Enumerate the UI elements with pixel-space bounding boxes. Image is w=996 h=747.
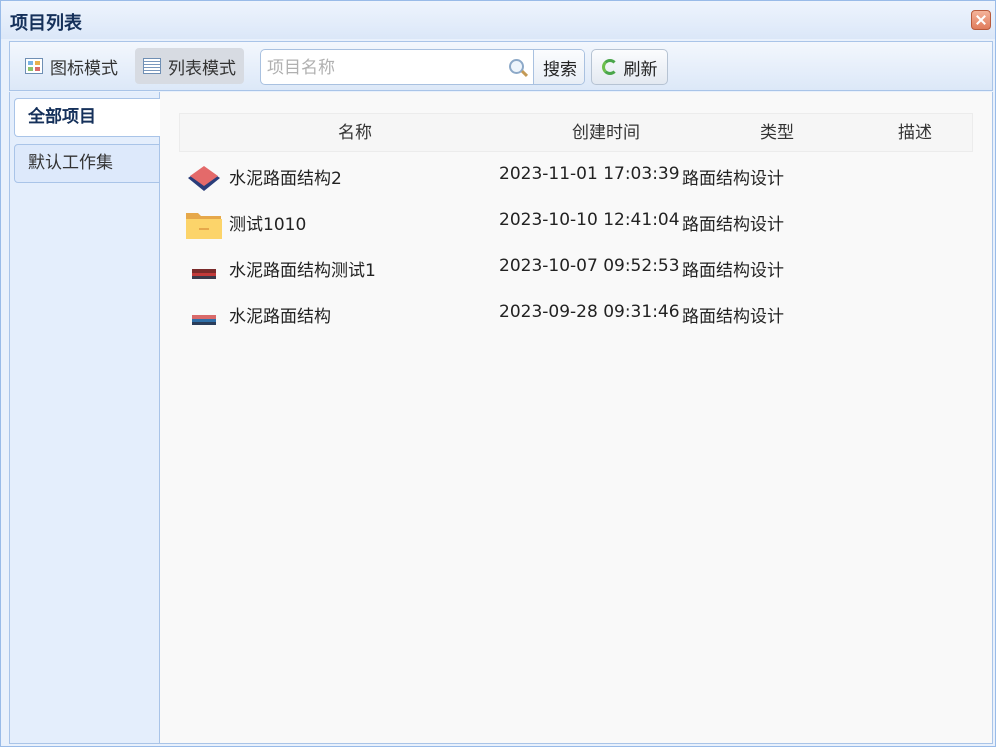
row-name: 水泥路面结构 xyxy=(229,307,331,327)
table-row[interactable]: 水泥路面结构 2023-09-28 09:31:46 路面结构设计 xyxy=(179,294,973,340)
refresh-icon xyxy=(601,59,618,75)
refresh-label: 刷新 xyxy=(623,59,658,80)
search-box: 搜索 xyxy=(260,49,585,85)
grid-icon xyxy=(25,58,43,74)
row-created: 2023-10-07 09:52:53 xyxy=(499,256,680,276)
header-desc[interactable]: 描述 xyxy=(898,114,932,152)
table-row[interactable]: 测试1010 2023-10-10 12:41:04 路面结构设计 xyxy=(179,202,973,248)
row-type: 路面结构设计 xyxy=(682,215,784,235)
table-row[interactable]: 水泥路面结构测试1 2023-10-07 09:52:53 路面结构设计 xyxy=(179,248,973,294)
window-title: 项目列表 xyxy=(10,13,82,34)
search-input[interactable] xyxy=(261,50,539,84)
row-name: 水泥路面结构2 xyxy=(229,169,342,189)
row-type: 路面结构设计 xyxy=(682,169,784,189)
search-icon[interactable] xyxy=(509,59,524,74)
row-created: 2023-09-28 09:31:46 xyxy=(499,302,680,322)
row-type: 路面结构设计 xyxy=(682,307,784,327)
search-button[interactable]: 搜索 xyxy=(533,50,584,84)
project-table: 名称 创建时间 类型 描述 水泥路面结构2 2023-11-01 17:03:3… xyxy=(160,92,993,744)
list-mode-label: 列表模式 xyxy=(168,58,236,79)
row-name: 测试1010 xyxy=(229,215,307,235)
road-layer-icon xyxy=(192,269,216,279)
title-bar: 项目列表 xyxy=(1,1,995,39)
project-list-window: 项目列表 图标模式 列表模式 搜索 刷新 全部项目 默认工作集 名称 创建时间 … xyxy=(0,0,996,747)
row-created: 2023-11-01 17:03:39 xyxy=(499,164,680,184)
refresh-button[interactable]: 刷新 xyxy=(591,49,668,85)
icon-mode-label: 图标模式 xyxy=(50,58,118,79)
row-created: 2023-10-10 12:41:04 xyxy=(499,210,680,230)
icon-mode-button[interactable]: 图标模式 xyxy=(17,48,126,84)
header-type[interactable]: 类型 xyxy=(760,114,794,152)
table-header: 名称 创建时间 类型 描述 xyxy=(179,113,973,152)
row-type: 路面结构设计 xyxy=(682,261,784,281)
close-icon[interactable] xyxy=(971,10,991,30)
header-name[interactable]: 名称 xyxy=(338,114,372,152)
sidebar: 全部项目 默认工作集 xyxy=(9,92,161,744)
sidebar-item-default-workset[interactable]: 默认工作集 xyxy=(14,144,160,183)
row-name: 水泥路面结构测试1 xyxy=(229,261,376,281)
list-mode-button[interactable]: 列表模式 xyxy=(135,48,244,84)
list-icon xyxy=(143,58,161,74)
red-box-icon xyxy=(188,166,220,191)
sidebar-item-all-projects[interactable]: 全部项目 xyxy=(14,98,161,137)
header-created[interactable]: 创建时间 xyxy=(572,114,640,152)
toolbar: 图标模式 列表模式 搜索 刷新 xyxy=(9,41,993,91)
table-row[interactable]: 水泥路面结构2 2023-11-01 17:03:39 路面结构设计 xyxy=(179,156,973,202)
road-layer-blue-icon xyxy=(192,315,216,325)
folder-icon xyxy=(186,213,222,239)
